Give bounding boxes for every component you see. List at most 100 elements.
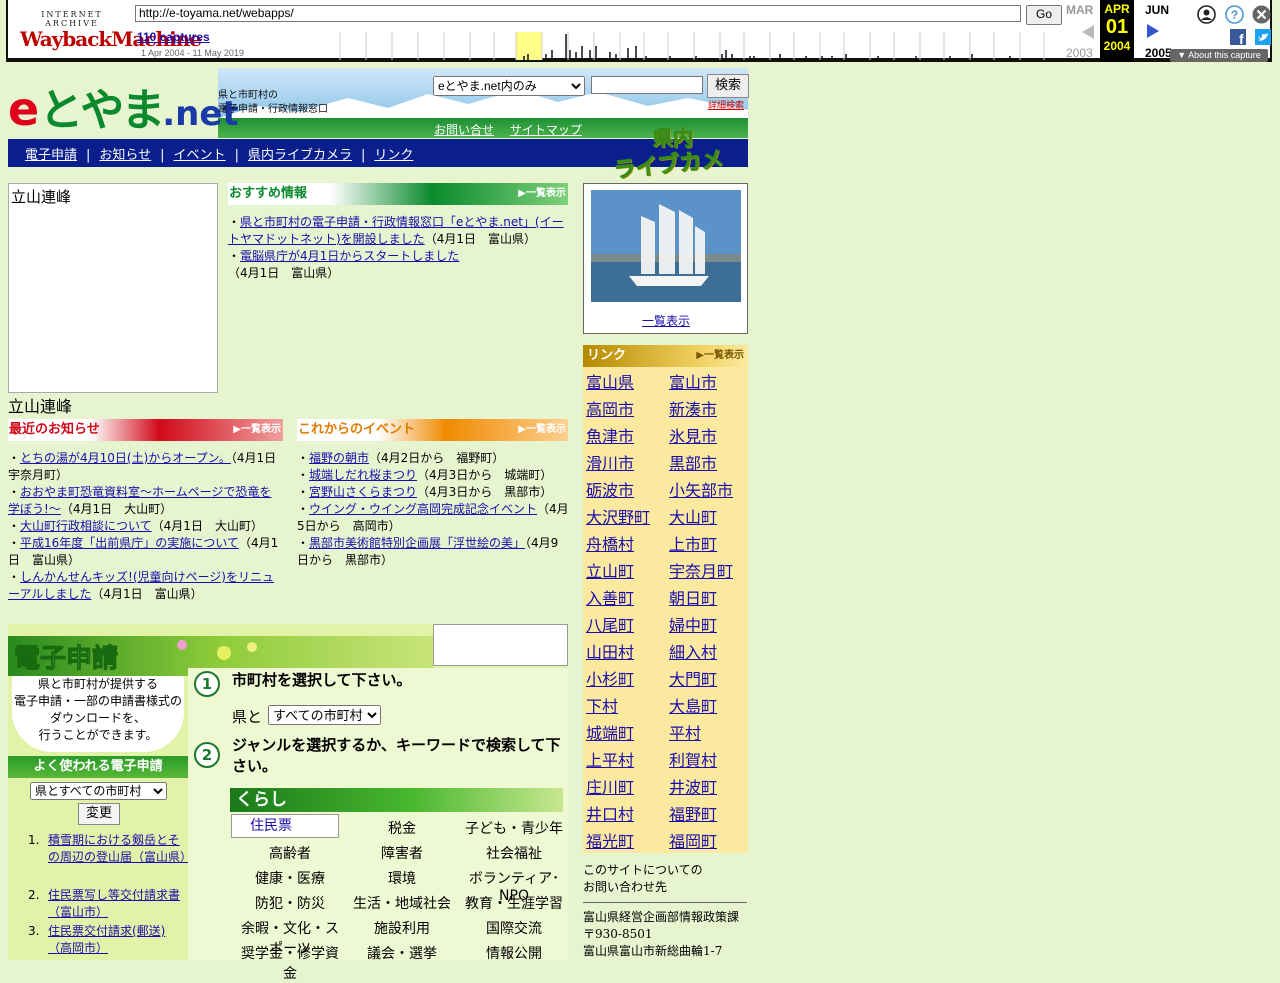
link-municipality[interactable]: 大山町 [669,504,717,528]
help-icon[interactable]: ? [1225,5,1244,24]
prev-arrow-icon[interactable] [1080,24,1096,40]
events-more-link[interactable]: ▶一覧表示 [518,419,566,441]
link-municipality[interactable]: 高岡市 [586,396,634,420]
category-link[interactable]: 社会福祉 [462,843,566,863]
livecam-banner[interactable]: 県内 ライブカメラ [612,118,743,217]
link-municipality[interactable]: 井波町 [669,774,717,798]
category-link[interactable]: 障害者 [350,843,454,863]
link-municipality[interactable]: 朝日町 [669,585,717,609]
news-more-link[interactable]: ▶一覧表示 [233,419,281,441]
wayback-url-input[interactable]: http://e-toyama.net/webapps/ [135,5,1021,22]
link-municipality[interactable]: 立山町 [586,558,634,582]
link-municipality[interactable]: 婦中町 [669,612,717,636]
event-item-link[interactable]: 宮野山さくらまつり [309,485,417,499]
category-link[interactable]: 教育・生涯学習 [462,893,566,913]
search-scope-select[interactable]: eとやま.net内のみ [433,76,585,96]
link-municipality[interactable]: 大島町 [669,693,717,717]
wayback-capture-sparkline[interactable] [310,32,1062,60]
twitter-icon[interactable] [1255,29,1271,45]
link-municipality[interactable]: 八尾町 [586,612,634,636]
link-municipality[interactable]: 大門町 [669,666,717,690]
user-icon[interactable] [1197,5,1216,24]
news-item-link[interactable]: とちの湯が4月10日(土)からオープン。 [20,451,231,465]
link-municipality[interactable]: 小杉町 [586,666,634,690]
links-more-link[interactable]: ▶一覧表示 [696,345,744,367]
recommend-item-link[interactable]: 電脳県庁が4月1日からスタートしました [240,249,459,263]
livecam-more-link[interactable]: 一覧表示 [642,312,690,329]
link-municipality[interactable]: 庄川町 [586,774,634,798]
nav-links[interactable]: リンク [374,148,413,163]
event-item-link[interactable]: 福野の朝市 [309,451,369,465]
recommend-more-link[interactable]: ▶一覧表示 [518,183,566,205]
link-municipality[interactable]: 福光町 [586,828,634,852]
category-link[interactable]: 高齢者 [238,843,342,863]
link-municipality[interactable]: 富山市 [669,369,717,393]
link-municipality[interactable]: 宇奈月町 [669,558,733,582]
category-link[interactable]: 奨学金・修学資金 [238,943,342,983]
nav-eshinsei[interactable]: 電子申請 [25,148,77,163]
link-municipality[interactable]: 福野町 [669,801,717,825]
link-municipality[interactable]: 福岡町 [669,828,717,852]
next-arrow-icon[interactable] [1145,23,1161,39]
category-image-jyuminhyo[interactable]: 住民票 [231,814,339,838]
link-municipality[interactable]: 山田村 [586,639,634,663]
nav-livecam[interactable]: 県内ライブカメラ [248,148,352,163]
link-municipality[interactable]: 平村 [669,720,701,744]
category-link[interactable]: 議会・選挙 [350,943,454,963]
category-link[interactable]: 子ども・青少年 [462,818,566,838]
wayback-logo[interactable]: INTERNET ARCHIVE WaybackMachine [20,10,202,50]
frequent-item-link[interactable]: 積雪期における剱岳とその周辺の登山届（富山県） [48,832,192,866]
wayback-captures-link[interactable]: 110 captures [137,30,210,44]
news-item-link[interactable]: 大山町行政相談について [20,519,152,533]
event-item-link[interactable]: 黒部市美術館特別企画展「浮世絵の美」 [309,536,525,550]
category-link[interactable]: 国際交流 [462,918,566,938]
category-link[interactable]: 情報公開 [462,943,566,963]
nav-events[interactable]: イベント [174,148,226,163]
link-municipality[interactable]: 富山県 [586,369,634,393]
change-button[interactable]: 変更 [78,803,120,825]
category-link[interactable]: 税金 [350,818,454,838]
link-municipality[interactable]: 砺波市 [586,477,634,501]
link-municipality[interactable]: 上平村 [586,747,634,771]
link-municipality[interactable]: 黒部市 [669,450,717,474]
facebook-icon[interactable]: f [1230,29,1246,45]
advanced-search-link[interactable]: 詳細検索 [708,98,744,111]
link-municipality[interactable]: 入善町 [586,585,634,609]
link-municipality[interactable]: 細入村 [669,639,717,663]
link-municipality[interactable]: 小矢部市 [669,477,733,501]
search-button[interactable]: 検索 [707,74,749,98]
link-municipality[interactable]: 下村 [586,693,618,717]
next-month-label[interactable]: JUN [1145,3,1169,17]
link-municipality[interactable]: 魚津市 [586,423,634,447]
link-municipality[interactable]: 舟橋村 [586,531,634,555]
event-item-link[interactable]: 城端しだれ桜まつり [309,468,417,482]
link-municipality[interactable]: 氷見市 [669,423,717,447]
contact-link[interactable]: お問い合せ [434,123,494,137]
category-link[interactable]: 生活・地域社会 [350,893,454,913]
category-link[interactable]: 防犯・防災 [238,893,342,913]
about-capture-button[interactable]: ▼ About this capture [1170,49,1268,62]
nav-news[interactable]: お知らせ [99,148,151,163]
news-item-link[interactable]: 平成16年度「出前県庁」の実施について [20,536,239,550]
search-input[interactable] [591,76,703,94]
wayback-go-button[interactable]: Go [1026,5,1062,25]
frequent-item-link[interactable]: 住民票交付請求(郵送)（高岡市） [48,923,188,957]
sitemap-link[interactable]: サイトマップ [510,123,582,137]
link-municipality[interactable]: 上市町 [669,531,717,555]
frequent-item-link[interactable]: 住民票写し等交付請求書（富山市） [48,887,188,921]
municipality-select[interactable]: すべての市町村 [268,705,381,725]
livecam-ship-image[interactable] [591,190,741,302]
link-municipality[interactable]: 滑川市 [586,450,634,474]
category-link[interactable]: 施設利用 [350,918,454,938]
link-municipality[interactable]: 城端町 [586,720,634,744]
site-logo[interactable]: eとやま.net [8,74,239,138]
link-municipality[interactable]: 井口村 [586,801,634,825]
event-item-link[interactable]: ウイング・ウイング高岡完成記念イベント [309,502,537,516]
frequent-municipality-select[interactable]: 県とすべての市町村 [30,782,167,800]
next-year-label[interactable]: 2005 [1145,46,1172,60]
prev-year-label[interactable]: 2003 [1066,46,1093,60]
eshinsei-banner-image[interactable] [433,624,568,666]
close-icon[interactable] [1252,5,1271,24]
link-municipality[interactable]: 新湊市 [669,396,717,420]
link-municipality[interactable]: 大沢野町 [586,504,650,528]
